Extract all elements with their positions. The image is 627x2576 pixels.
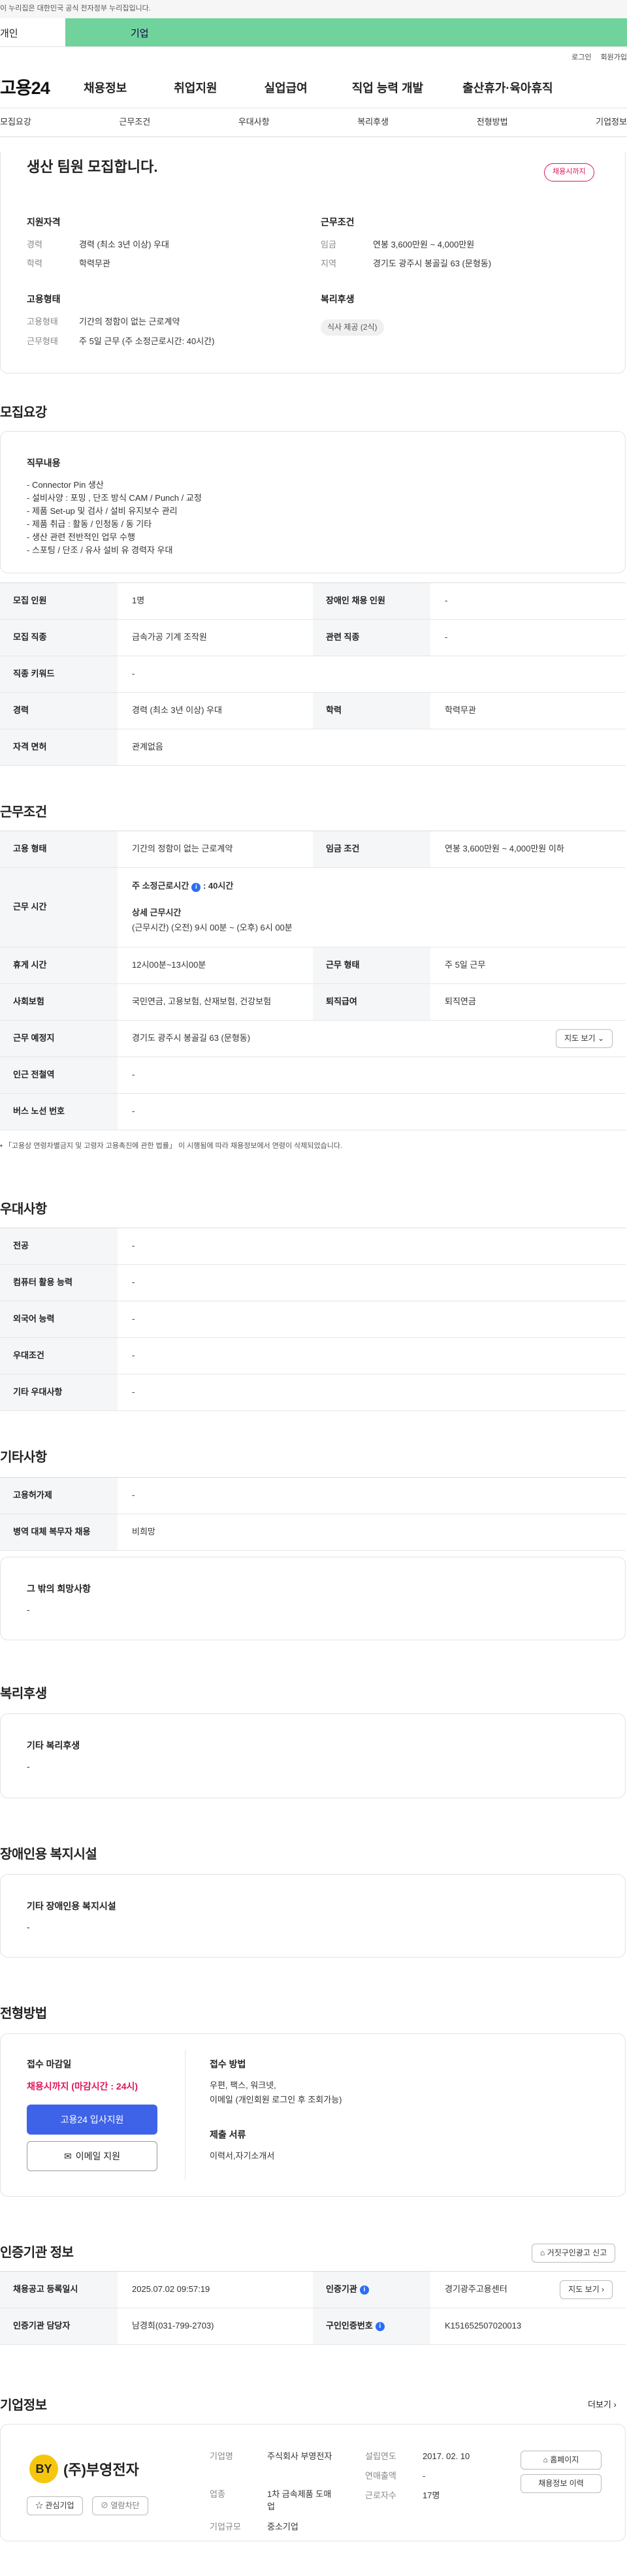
block-icon: ⊘ xyxy=(101,2501,109,2510)
table-row: 휴게 시간 12시00분~13시00분 근무 형태 주 5일 근무 xyxy=(0,947,626,984)
duty-box: 직무내용 - Connector Pin 생산 - 설비사양 : 포밍 , 단조… xyxy=(0,431,626,573)
table-row: 고용허가제 - xyxy=(0,1478,626,1514)
table-row: 근무 예정지 경기도 광주시 봉골길 63 (문형동) 지도 보기 ⌄ xyxy=(0,1021,626,1057)
job-title: 생산 팀원 모집합니다. xyxy=(27,159,158,175)
welfare-title: 복리후생 xyxy=(0,1687,47,1701)
etc-box: 그 밖의 희망사항 - xyxy=(0,1557,626,1640)
welfare-box: 기타 복리후생 - xyxy=(0,1713,626,1798)
table-row: 모집 인원 1명 장애인 채용 인원 - xyxy=(0,583,626,620)
etc-title: 기타사항 xyxy=(0,1450,47,1465)
history-button[interactable]: 채용정보 이력 xyxy=(521,2474,602,2494)
table-row: 인근 전철역 - xyxy=(0,1057,626,1094)
welfare-chip: 식사 제공 (2식) xyxy=(321,319,384,336)
table-row: 기타 우대사항 - xyxy=(0,1375,626,1411)
table-row: 경력 경력 (최소 3년 이상) 우대 학력 학력무관 xyxy=(0,693,626,729)
auth-title: 인증기관 정보 xyxy=(0,2246,74,2260)
pref-title: 우대사항 xyxy=(0,1202,47,1216)
global-nav: 고용24 채용정보 취업지원 실업급여 직업 능력 개발 출산휴가·육아휴직 xyxy=(0,69,627,108)
table-row: 인증기관 담당자 남경희(031-799-2703) 구인인증번호 i K151652… xyxy=(0,2308,626,2345)
welfare-heading: 복리후생 xyxy=(321,294,355,304)
org-map-button[interactable]: 지도 보기 › xyxy=(560,2280,613,2300)
table-row: 버스 노선 번호 - xyxy=(0,1094,626,1130)
table-row: 근무 시간 주 소정근로시간 i : 40시간 상세 근무시간 (근무시간) (오… xyxy=(0,868,626,947)
logo[interactable]: 고용24 xyxy=(0,76,84,101)
gnb-leave[interactable]: 출산휴가·육아휴직 xyxy=(462,80,553,97)
pref-table: 전공 - 컴퓨터 활용 능력 - 외국어 능력 - 우대조건 - 기타 우대사항 - xyxy=(0,1228,626,1411)
subnav-work[interactable]: 근무조건 xyxy=(119,116,150,129)
chevron-down-icon: ⌄ xyxy=(597,1033,604,1043)
table-row: 채용공고 등록일시 2025.07.02 09:57:19 인증기관 i 경기광주고… xyxy=(0,2272,626,2308)
deadline-badge: 채용시까지 xyxy=(544,163,594,182)
mail-icon: ✉ xyxy=(63,2150,72,2161)
table-row: 사회보험 국민연금, 고용보험, 산재보험, 건강보험 퇴직급여 퇴직연금 xyxy=(0,984,626,1021)
deadline-value: 채용시까지 (마감시간 : 24시) xyxy=(27,2081,138,2091)
subnav-screen[interactable]: 전형방법 xyxy=(477,116,508,129)
block-button[interactable]: ⊘ 열람차단 xyxy=(92,2496,148,2516)
screen-title: 전형방법 xyxy=(0,2007,47,2021)
info-icon[interactable]: i xyxy=(375,2321,385,2331)
age-note: • 「고용상 연령차별금지 및 고령자 고용촉진에 관한 법률」 이 시행됨에 … xyxy=(0,1142,343,1150)
company-name: (주)부영전자 xyxy=(63,2462,139,2478)
login-link[interactable]: 로그인 xyxy=(571,53,591,63)
disabled-title: 장애인용 복지시설 xyxy=(0,1847,97,1862)
info-icon[interactable]: i xyxy=(191,883,201,893)
subnav-welfare[interactable]: 복리후생 xyxy=(357,116,389,129)
company-box: BY (주)부영전자 ☆ 관심기업 ⊘ 열람차단 기업명 주식회사 부영전자 업… xyxy=(0,2424,626,2541)
email-apply-button[interactable]: ✉ 이메일 지원 xyxy=(27,2141,157,2171)
page: 이 누리집은 대한민국 공식 전자정부 누리집입니다. 개인 기업 로그인 회원… xyxy=(0,0,627,2576)
homepage-button[interactable]: ⌂ 홈페이지 xyxy=(521,2451,602,2470)
qual-heading: 지원자격 xyxy=(27,217,61,227)
duty-list: - Connector Pin 생산 - 설비사양 : 포밍 , 단조 방식 C… xyxy=(27,480,202,555)
more-link[interactable]: 더보기 › xyxy=(588,2399,617,2411)
subnav-recruit[interactable]: 모집요강 xyxy=(0,116,31,129)
gov-banner: 이 누리집은 대한민국 공식 전자정부 누리집입니다. xyxy=(0,0,627,18)
signup-link[interactable]: 회원가입 xyxy=(601,53,627,63)
utility-links: 로그인 회원가입 xyxy=(0,47,627,69)
etc-table: 고용허가제 - 병역 대체 복무자 채용 비희망 xyxy=(0,1477,626,1551)
favorite-button[interactable]: ☆ 관심기업 xyxy=(27,2496,83,2516)
top-tabs: 개인 기업 xyxy=(0,18,627,47)
table-row: 병역 대체 복무자 채용 비희망 xyxy=(0,1514,626,1551)
subnav-company[interactable]: 기업정보 xyxy=(596,116,627,129)
table-row: 우대조건 - xyxy=(0,1338,626,1375)
gnb-support[interactable]: 취업지원 xyxy=(174,80,217,97)
cond-heading: 근무조건 xyxy=(321,217,355,227)
report-button[interactable]: ⌂ 거짓구인광고 신고 xyxy=(532,2244,616,2263)
section-subnav: 모집요강 근무조건 우대사항 복리후생 전형방법 기업정보 xyxy=(0,108,627,137)
gnb-jobs[interactable]: 채용정보 xyxy=(84,80,127,97)
apply-button[interactable]: 고용24 입사지원 xyxy=(27,2105,157,2135)
duty-heading: 직무내용 xyxy=(27,458,61,468)
gnb-unemployment[interactable]: 실업급여 xyxy=(265,80,308,97)
table-row: 외국어 능력 - xyxy=(0,1301,626,1338)
table-row: 모집 직종 금속가공 기계 조작원 관련 직종 - xyxy=(0,620,626,656)
table-row: 전공 - xyxy=(0,1228,626,1265)
table-row: 자격 면허 관계없음 xyxy=(0,729,626,766)
table-row: 컴퓨터 활용 능력 - xyxy=(0,1265,626,1301)
star-icon: ☆ xyxy=(35,2501,44,2510)
summary-card: 생산 팀원 모집합니다. 채용시까지 지원자격 경력 경력 (최소 3년 이상)… xyxy=(0,151,626,374)
disabled-box: 기타 장애인용 복지시설 - xyxy=(0,1874,626,1958)
subnav-pref[interactable]: 우대사항 xyxy=(238,116,270,129)
home-icon: ⌂ xyxy=(543,2455,548,2464)
table-row: 고용 형태 기간의 정함이 없는 근로계약 임금 조건 연봉 3,600만원 ~ 4… xyxy=(0,831,626,868)
tab-company[interactable]: 기업 xyxy=(65,18,627,46)
table-row: 직종 키워드 - xyxy=(0,656,626,693)
auth-table: 채용공고 등록일시 2025.07.02 09:57:19 인증기관 i 경기광주고… xyxy=(0,2271,626,2345)
map-button[interactable]: 지도 보기 ⌄ xyxy=(556,1028,613,1049)
work-table: 고용 형태 기간의 정함이 없는 근로계약 임금 조건 연봉 3,600만원 ~ 4… xyxy=(0,831,626,1130)
company-logo: BY xyxy=(29,2455,58,2483)
info-icon[interactable]: i xyxy=(359,2285,369,2295)
tab-personal[interactable]: 개인 xyxy=(0,18,65,46)
screen-box: 접수 마감일 채용시까지 (마감시간 : 24시) 고용24 입사지원 ✉ 이메일… xyxy=(0,2033,626,2197)
company-title: 기업정보 xyxy=(0,2398,47,2413)
recruit-title: 모집요강 xyxy=(0,405,47,420)
emp-heading: 고용형태 xyxy=(27,294,61,304)
recruit-table: 모집 인원 1명 장애인 채용 인원 - 모집 직종 금속가공 기계 조작원 관련 직… xyxy=(0,582,626,766)
house-icon: ⌂ xyxy=(540,2248,545,2257)
gnb-training[interactable]: 직업 능력 개발 xyxy=(352,80,423,97)
work-title: 근무조건 xyxy=(0,805,47,819)
